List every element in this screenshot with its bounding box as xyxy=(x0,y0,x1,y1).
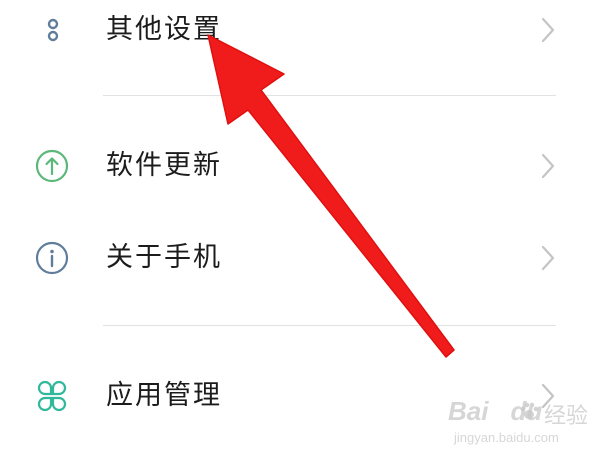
upload-arrow-icon xyxy=(34,148,70,184)
watermark-cn: 经验 xyxy=(544,404,589,429)
settings-item-label: 应用管理 xyxy=(106,380,222,411)
settings-item-label: 关于手机 xyxy=(106,242,222,273)
settings-item-other[interactable]: 其他设置 xyxy=(0,0,592,60)
divider xyxy=(103,95,556,96)
settings-screen: 其他设置 软件更新 关于手机 应用管理 Bai 经验 jingyan.baidu… xyxy=(0,0,592,458)
settings-item-software-update[interactable]: 软件更新 xyxy=(0,136,592,196)
chevron-right-icon xyxy=(536,242,560,274)
baidu-watermark: Baidu 经验 jingyan.baidu.com xyxy=(448,396,588,454)
more-dots-icon xyxy=(34,12,70,48)
settings-item-label: 其他设置 xyxy=(106,14,222,45)
watermark-url: jingyan.baidu.com xyxy=(454,430,559,445)
chevron-right-icon xyxy=(536,150,560,182)
chevron-right-icon xyxy=(536,14,560,46)
settings-item-label: 软件更新 xyxy=(106,150,222,181)
info-icon xyxy=(34,240,70,276)
paw-icon xyxy=(518,400,540,422)
divider xyxy=(103,325,556,326)
settings-item-about-phone[interactable]: 关于手机 xyxy=(0,228,592,288)
apps-grid-icon xyxy=(34,378,70,414)
